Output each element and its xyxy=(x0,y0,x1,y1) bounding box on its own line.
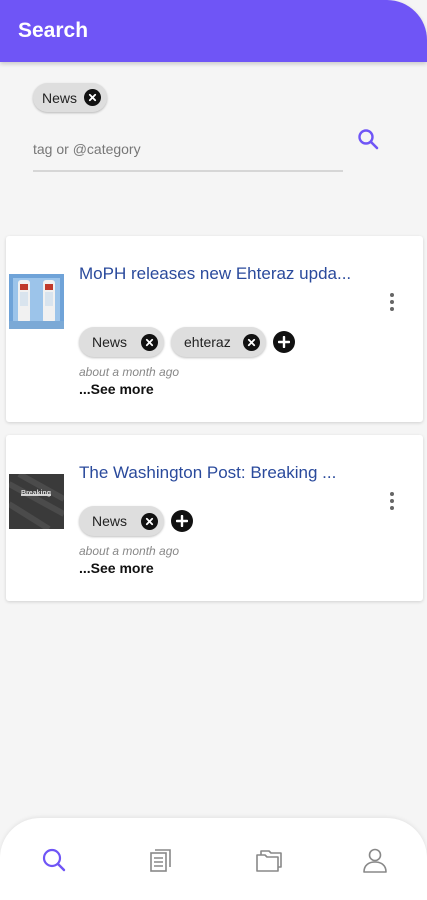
article-thumbnail[interactable]: Breaking xyxy=(9,474,64,529)
articles-icon xyxy=(150,849,171,872)
add-tag-icon[interactable] xyxy=(272,331,295,353)
tag-chip[interactable]: News xyxy=(79,327,165,357)
see-more-link[interactable]: ...See more xyxy=(79,560,154,576)
page-title: Search xyxy=(18,19,89,42)
remove-chip-icon[interactable] xyxy=(242,333,260,351)
remove-chip-icon[interactable] xyxy=(84,89,102,106)
nav-search[interactable] xyxy=(40,846,68,874)
app-bar: Search xyxy=(0,0,427,62)
more-vert-icon xyxy=(390,492,394,510)
search-icon xyxy=(358,129,379,150)
article-title[interactable]: The Washington Post: Breaking ... xyxy=(79,461,359,484)
more-vert-icon xyxy=(390,293,394,311)
remove-chip-icon[interactable] xyxy=(141,333,159,351)
collections-icon xyxy=(256,850,282,872)
remove-chip-icon[interactable] xyxy=(141,512,159,530)
add-tag-icon[interactable] xyxy=(171,510,194,532)
tag-chips: News ehteraz xyxy=(79,327,295,357)
timestamp: about a month ago xyxy=(79,365,180,379)
thumbnail-text: Breaking xyxy=(21,490,51,497)
timestamp: about a month ago xyxy=(79,544,180,558)
result-card[interactable]: MoPH releases new Ehteraz upda... News e… xyxy=(6,236,423,422)
tag-chips: News xyxy=(79,506,194,536)
see-more-link[interactable]: ...See more xyxy=(79,381,154,397)
chip-label: ehteraz xyxy=(184,334,231,350)
chip-label: News xyxy=(92,513,128,529)
nav-articles[interactable] xyxy=(147,846,175,874)
more-options-button[interactable] xyxy=(386,490,398,512)
search-input[interactable] xyxy=(33,128,343,172)
bottom-navigation xyxy=(0,818,427,900)
nav-profile[interactable] xyxy=(361,846,389,874)
article-title[interactable]: MoPH releases new Ehteraz upda... xyxy=(79,262,359,285)
search-button[interactable] xyxy=(356,127,382,153)
more-options-button[interactable] xyxy=(386,291,398,313)
search-filter-chip[interactable]: News xyxy=(33,83,108,112)
tag-chip[interactable]: News xyxy=(79,506,165,536)
profile-icon xyxy=(363,848,387,873)
chip-label: News xyxy=(92,334,128,350)
tag-chip[interactable]: ehteraz xyxy=(171,327,266,357)
search-icon xyxy=(42,848,66,872)
article-thumbnail[interactable] xyxy=(9,274,64,329)
result-card[interactable]: Breaking The Washington Post: Breaking .… xyxy=(6,435,423,601)
nav-collections[interactable] xyxy=(254,846,282,874)
chip-label: News xyxy=(42,89,78,106)
